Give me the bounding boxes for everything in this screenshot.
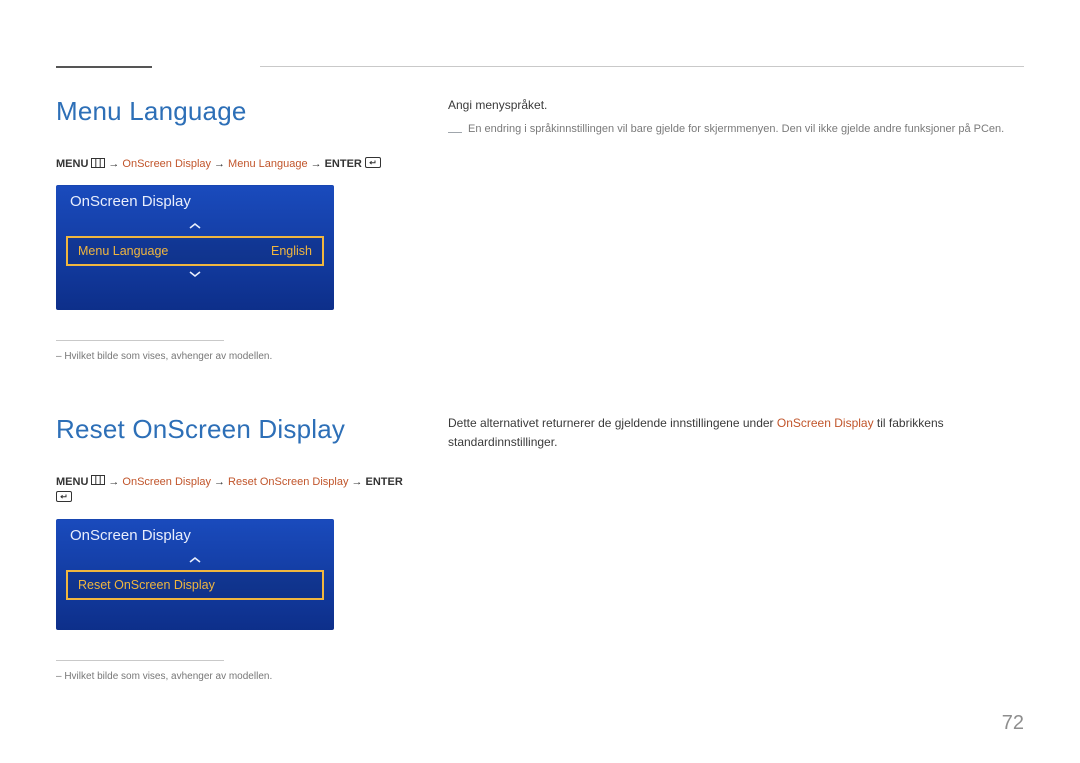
- breadcrumb-enter: ENTER: [366, 476, 403, 488]
- arrow-icon: →: [311, 158, 322, 170]
- heading-menu-language: Menu Language: [56, 96, 416, 127]
- chevron-up-icon[interactable]: [56, 218, 334, 236]
- menu-grid-icon: [91, 158, 105, 171]
- breadcrumb-2: MENU → OnScreen Display → Reset OnScreen…: [56, 475, 416, 505]
- arrow-icon: →: [108, 158, 119, 170]
- osd-selected-row[interactable]: Reset OnScreen Display: [66, 570, 324, 600]
- footnote-text: – Hvilket bilde som vises, avhenger av m…: [56, 671, 416, 682]
- note-dash-icon: ―: [448, 123, 462, 140]
- body-link: OnScreen Display: [777, 416, 874, 430]
- arrow-icon: →: [214, 476, 225, 488]
- rule-long: [260, 66, 1024, 67]
- menu-grid-icon: [91, 475, 105, 488]
- breadcrumb-menu: MENU: [56, 158, 88, 170]
- footnote-rule: [56, 340, 224, 341]
- enter-icon: [56, 491, 72, 505]
- footnote-rule: [56, 660, 224, 661]
- arrow-icon: →: [108, 476, 119, 488]
- breadcrumb-item: Menu Language: [228, 158, 308, 170]
- osd-widget-1: OnScreen Display Menu Language English: [56, 185, 334, 310]
- manual-page: Menu Language MENU → OnScreen Display → …: [0, 0, 1080, 763]
- body-line: Angi menyspråket.: [448, 96, 1024, 115]
- heading-reset-osd: Reset OnScreen Display: [56, 414, 416, 445]
- breadcrumb-item: OnScreen Display: [122, 158, 211, 170]
- breadcrumb-enter: ENTER: [325, 158, 362, 170]
- body-paragraph: Dette alternativet returnerer de gjelden…: [448, 414, 1024, 452]
- body-prefix: Dette alternativet returnerer de gjelden…: [448, 416, 777, 430]
- section-reset-osd-right: Dette alternativet returnerer de gjelden…: [448, 414, 1024, 452]
- arrow-icon: →: [214, 158, 225, 170]
- osd-widget-2: OnScreen Display Reset OnScreen Display: [56, 519, 334, 630]
- osd-row-label: Reset OnScreen Display: [78, 578, 215, 592]
- breadcrumb-item: Reset OnScreen Display: [228, 476, 348, 488]
- note-text: En endring i språkinnstillingen vil bare…: [468, 123, 1004, 140]
- section-reset-osd-left: Reset OnScreen Display MENU → OnScreen D…: [56, 414, 416, 682]
- section-menu-language-left: Menu Language MENU → OnScreen Display → …: [56, 96, 416, 362]
- rule-short: [56, 66, 152, 68]
- chevron-down-icon[interactable]: [56, 266, 334, 286]
- chevron-up-icon[interactable]: [56, 552, 334, 570]
- breadcrumb-menu: MENU: [56, 476, 88, 488]
- page-number: 72: [1002, 712, 1024, 735]
- osd-title: OnScreen Display: [56, 185, 334, 218]
- enter-icon: [365, 157, 381, 171]
- osd-row-value: English: [271, 244, 312, 258]
- arrow-icon: →: [352, 476, 363, 488]
- note-line: ― En endring i språkinnstillingen vil ba…: [448, 123, 1024, 140]
- osd-row-label: Menu Language: [78, 244, 168, 258]
- breadcrumb-item: OnScreen Display: [122, 476, 211, 488]
- osd-selected-row[interactable]: Menu Language English: [66, 236, 324, 266]
- section-menu-language-right: Angi menyspråket. ― En endring i språkin…: [448, 96, 1024, 140]
- breadcrumb-1: MENU → OnScreen Display → Menu Language …: [56, 157, 416, 171]
- osd-title: OnScreen Display: [56, 519, 334, 552]
- footnote-text: – Hvilket bilde som vises, avhenger av m…: [56, 351, 416, 362]
